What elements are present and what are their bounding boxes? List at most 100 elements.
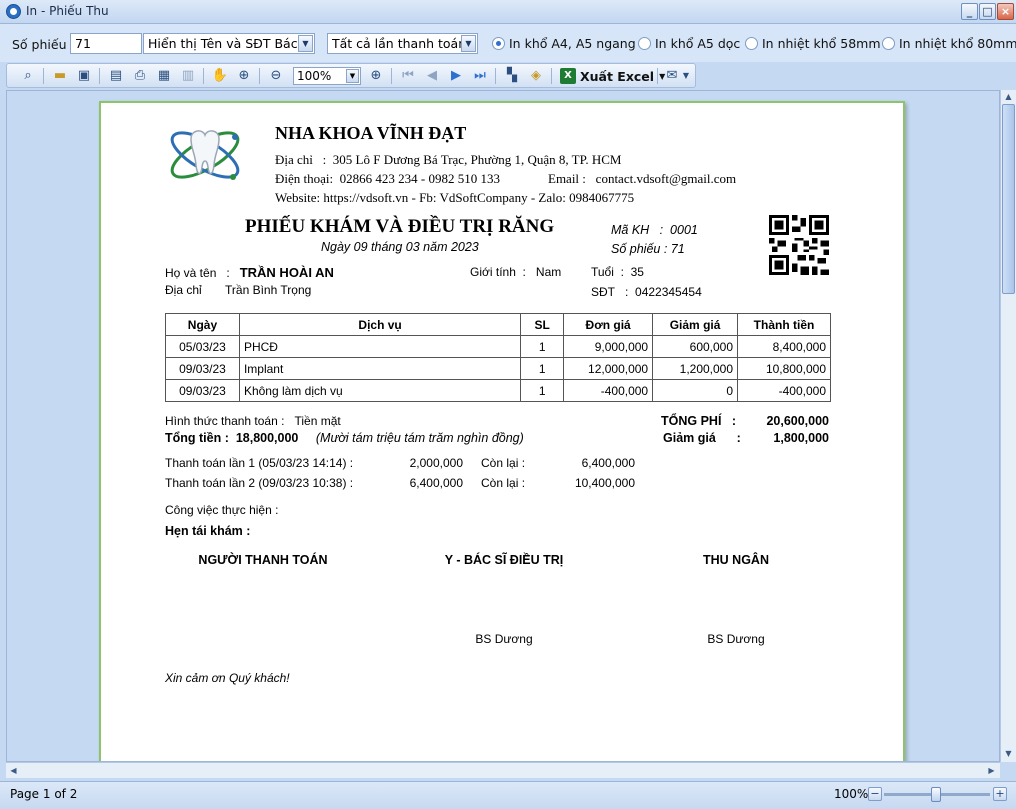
receipt-number-label: Số phiếu [12,37,67,52]
payment-1-remain: 6,400,000 [581,456,635,470]
receipt-number: Số phiếu : 71 [611,242,685,256]
last-page-icon[interactable]: ⏭ [471,67,489,85]
payment-2-remain-label: Còn lại : [481,476,526,490]
zoom-percentage: 100% [834,787,869,801]
radio-thermal-58[interactable]: In nhiệt khổ 58mm [745,36,881,51]
print-toolbar: ⌕ ▬ ▣ ▤ ⎙ ▦ ▥ ✋ ⊕ ⊖ 100% ▼ ⊕ ⏮ ◀ ▶ ⏭ ▚ ◈… [6,63,696,88]
page-indicator: Page 1 of 2 [10,787,78,801]
column-header: Giảm giá [652,313,739,336]
options-bar: Số phiếu 71 Hiển thị Tên và SĐT Bác sĩ ▼… [0,24,1016,62]
app-icon [6,4,21,19]
minimize-button[interactable]: _ [961,3,978,20]
document-page: NHA KHOA VĨNH ĐẠT Địa chỉ : 305 Lô F Dươ… [99,101,905,761]
thank-you-note: Xin cảm ơn Quý khách! [165,671,290,685]
export-excel-button[interactable]: X Xuất Excel ▼ [560,67,665,85]
payment-1-amount: 2,000,000 [409,456,463,470]
radio-unchecked-icon [745,37,758,50]
clinic-phone-line: Điện thoại: 02866 423 234 - 0982 510 133 [275,171,500,186]
total-fee-value: 20,600,000 [766,414,829,428]
clinic-name: NHA KHOA VĨNH ĐẠT [275,123,467,143]
hand-tool-icon[interactable]: ✋ [211,67,229,85]
multiple-pages-icon[interactable]: ▚ [503,67,521,85]
zoom-in-icon[interactable]: ⊕ [367,67,385,85]
payment-2-label: Thanh toán lần 2 (09/03/23 10:38) : [165,476,354,490]
service-table: Ngày Dịch vụ SL Đơn giá Giảm giá Thành t… [165,313,831,402]
scroll-down-icon[interactable]: ▼ [1002,747,1015,760]
payment-method: Hình thức thanh toán : Tiền mặt [165,414,341,428]
radio-checked-icon [492,37,505,50]
scroll-left-icon[interactable]: ◀ [7,764,20,777]
scroll-thumb[interactable] [1002,104,1015,294]
scroll-right-icon[interactable]: ▶ [985,764,998,777]
page-setup-icon[interactable]: ▤ [107,67,125,85]
patient-address-row: Địa chỉ Trần Bình Trọng [165,283,312,297]
radio-a5-portrait[interactable]: In khổ A5 dọc [638,36,740,51]
recall-label: Hẹn tái khám : [165,524,251,538]
patient-gender-row: Giới tính : Nam [470,265,562,279]
chevron-down-icon: ▼ [461,35,476,52]
table-header-row: Ngày Dịch vụ SL Đơn giá Giảm giá Thành t… [165,313,831,336]
status-bar: Page 1 of 2 100% − + [0,781,1016,809]
save-icon[interactable]: ▣ [75,67,93,85]
radio-a4-a5-landscape[interactable]: In khổ A4, A5 ngang [492,36,636,51]
zoom-out-icon[interactable]: ⊖ [267,67,285,85]
scroll-up-icon[interactable]: ▲ [1002,90,1015,103]
radio-unchecked-icon [638,37,651,50]
magnifier-icon[interactable]: ⊕ [235,67,253,85]
payment-filter-value: Tất cả lần thanh toán [332,36,467,51]
email-icon[interactable]: ✉ [663,67,681,85]
close-button[interactable]: × [997,3,1014,20]
maximize-button[interactable]: □ [979,3,996,20]
find-icon[interactable]: ⌕ [19,67,37,85]
clinic-website-line: Website: https://vdsoft.vn - Fb: VdSoftC… [275,190,635,205]
previous-page-icon[interactable]: ◀ [423,67,441,85]
column-header: Đơn giá [563,313,654,336]
receipt-number-input[interactable]: 71 [70,33,142,54]
discount-label: Giảm giá : [663,431,741,445]
patient-name-row: Họ và tên : TRẦN HOÀI AN [165,265,334,280]
cashier-name: BS Dương [707,632,765,646]
first-page-icon[interactable]: ⏮ [399,67,417,85]
patient-phone-row: SĐT : 0422345454 [591,285,702,299]
open-folder-icon[interactable]: ▬ [51,67,69,85]
receipt-date: Ngày 09 tháng 03 năm 2023 [321,240,479,254]
header-footer-icon[interactable]: ▥ [179,67,197,85]
chevron-down-icon[interactable]: ▼ [681,67,691,85]
discount-value: 1,800,000 [773,431,829,445]
payment-filter-select[interactable]: Tất cả lần thanh toán ▼ [327,33,478,54]
qr-code [769,215,829,275]
payment-1-label: Thanh toán lần 1 (05/03/23 14:14) : [165,456,354,470]
clinic-address-line: Địa chỉ : 305 Lô F Dương Bá Trạc, Phường… [275,152,622,167]
table-row: 05/03/23 PHCĐ 1 9,000,000 600,000 8,400,000 [165,335,831,358]
payment-2-remain: 10,400,000 [574,476,635,490]
total-fee-label: TỔNG PHÍ : [661,414,737,428]
vertical-scrollbar[interactable]: ▲ ▼ [1000,90,1016,762]
display-mode-value: Hiển thị Tên và SĐT Bác sĩ [148,36,312,51]
display-mode-select[interactable]: Hiển thị Tên và SĐT Bác sĩ ▼ [143,33,315,54]
zoom-slider-thumb[interactable] [931,787,941,802]
cashier-signature-title: THU NGÂN [703,553,769,567]
title-bar: In - Phiếu Thu _ □ × [0,0,1016,24]
next-page-icon[interactable]: ▶ [447,67,465,85]
zoom-in-button[interactable]: + [993,787,1007,801]
zoom-out-button[interactable]: − [868,787,882,801]
receipt-title: PHIẾU KHÁM VÀ ĐIỀU TRỊ RĂNG [245,216,555,237]
radio-thermal-80[interactable]: In nhiệt khổ 80mm [882,36,1016,51]
background-color-icon[interactable]: ◈ [527,67,545,85]
column-header: Thành tiền [737,313,831,336]
total-amount: Tổng tiền : 18,800,000 (Mười tám triệu t… [165,431,524,445]
work-performed-label: Công việc thực hiện : [165,503,279,517]
print-icon[interactable]: ⎙ [131,67,149,85]
quick-print-icon[interactable]: ▦ [155,67,173,85]
payer-signature-title: NGƯỜI THANH TOÁN [198,553,328,567]
zoom-select[interactable]: 100% ▼ [293,67,361,85]
print-preview-area[interactable]: NHA KHOA VĨNH ĐẠT Địa chỉ : 305 Lô F Dươ… [6,90,1000,762]
table-row: 09/03/23 Không làm dịch vụ 1 -400,000 0 -400… [165,379,831,402]
doctor-signature-title: Y - BÁC SĨ ĐIỀU TRỊ [444,553,564,567]
radio-unchecked-icon [882,37,895,50]
customer-code: Mã KH : 0001 [611,223,698,237]
column-header: Dịch vụ [238,313,522,336]
horizontal-scrollbar[interactable]: ◀ ▶ [6,762,1000,778]
chevron-down-icon: ▼ [298,35,313,52]
column-header: Ngày [165,313,240,336]
